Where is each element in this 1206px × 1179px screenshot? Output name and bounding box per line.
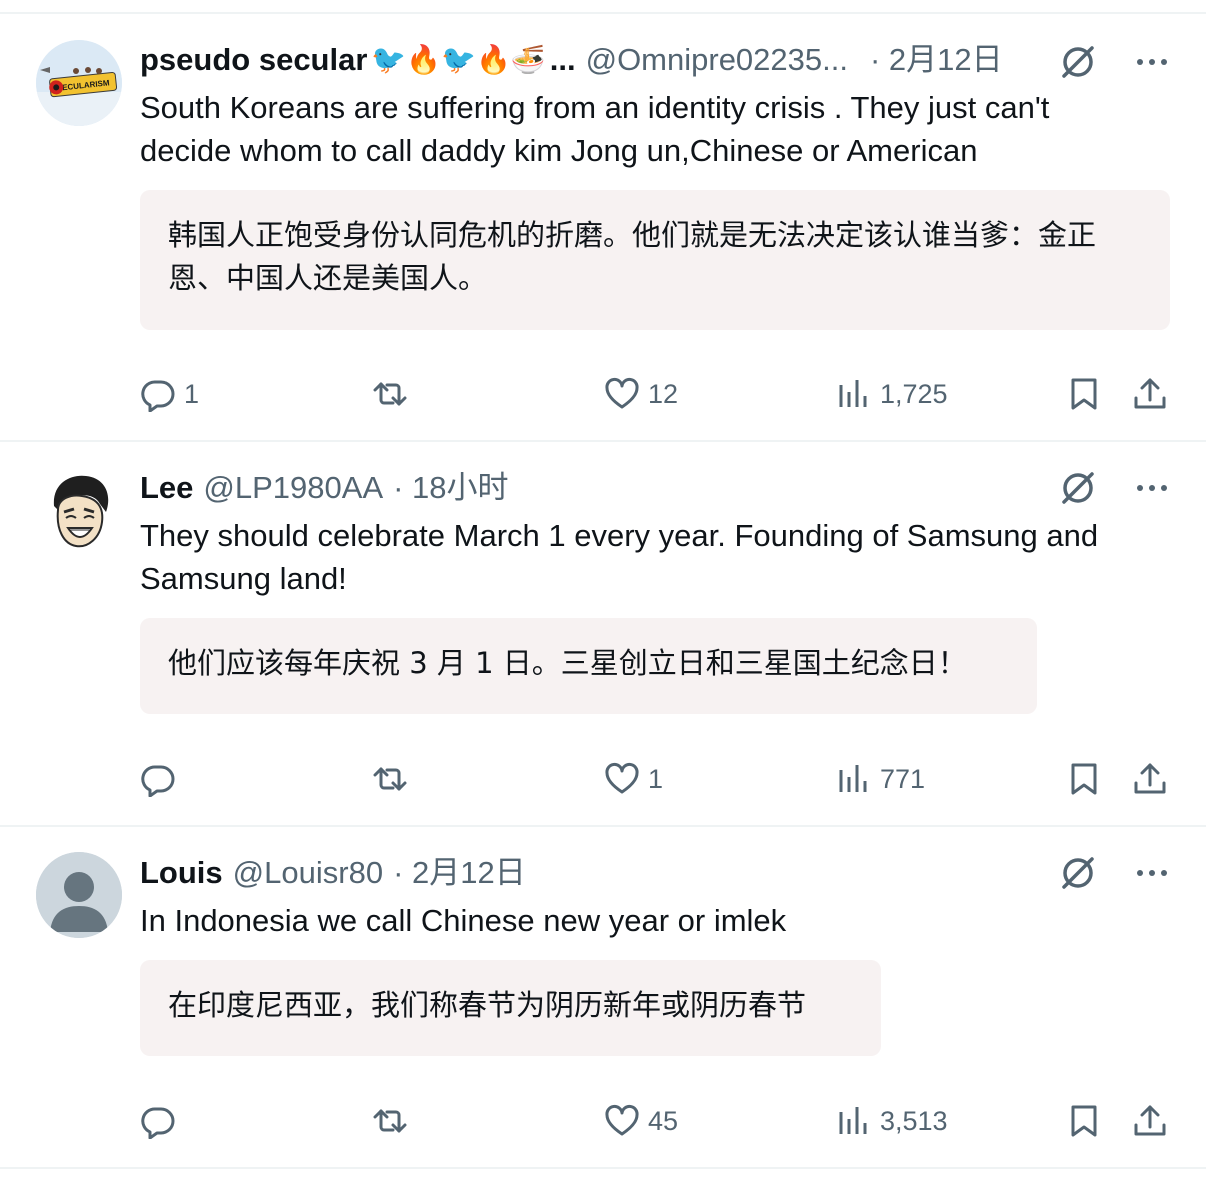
repost-icon [373,1109,407,1133]
like-icon [605,762,639,794]
like-count: 45 [648,1105,679,1136]
translation-box: 韩国人正饱受身份认同危机的折磨。他们就是无法决定该认谁当爹：金正恩、中国人还是美… [140,190,1170,330]
display-name[interactable]: pseudo secular [140,40,367,80]
share-icon [1134,378,1166,409]
tweet-header: Lee @LP1980AA · 18小时 [140,468,1066,508]
display-name[interactable]: Lee [140,468,193,508]
action-bar: 45 3,513 [0,1096,1206,1146]
share-icon [1134,1105,1166,1136]
share-button[interactable] [1132,754,1168,804]
more-icon[interactable] [1134,44,1170,80]
like-count: 12 [648,378,679,409]
views-count: 771 [880,763,926,794]
handle[interactable]: @LP1980AA [203,468,383,508]
like-button[interactable]: 12 [604,369,678,419]
like-button[interactable]: 45 [604,1096,678,1146]
tweet-text: South Koreans are suffering from an iden… [140,90,1050,168]
avatar-image [36,466,122,552]
bookmark-icon [1071,378,1097,410]
tweet-text: In Indonesia we call Chinese new year or… [140,903,787,938]
bookmark-button[interactable] [1066,369,1102,419]
reply-button[interactable] [140,1096,184,1146]
tweet[interactable]: Lee @LP1980AA · 18小时 They should celebra… [0,442,1206,827]
avatar[interactable]: SECULARISM [36,40,122,126]
like-button[interactable]: 1 [604,754,663,804]
handle[interactable]: @Louisr80 [233,853,383,893]
share-button[interactable] [1132,1096,1168,1146]
timestamp[interactable]: · 2月12日 [393,853,526,893]
reply-button[interactable]: 1 [140,369,199,419]
bookmark-icon [1071,1105,1097,1137]
more-icon[interactable] [1134,855,1170,891]
views-button[interactable]: 771 [836,754,925,804]
timestamp[interactable]: · 18小时 [393,468,508,508]
tweet[interactable]: SECULARISM pseudo secular 🐦🔥🐦🔥🍜 ... @Omn… [0,14,1206,442]
repost-button[interactable] [372,369,416,419]
reply-icon [141,380,175,412]
name-emojis: 🐦🔥🐦🔥🍜 [371,44,546,75]
avatar[interactable] [36,466,122,552]
repost-button[interactable] [372,754,416,804]
reply-count: 1 [184,378,200,409]
repost-icon [373,382,407,406]
share-button[interactable] [1132,369,1168,419]
views-count: 1,725 [880,378,948,409]
like-icon [605,377,639,409]
views-icon [839,380,867,407]
views-count: 3,513 [880,1105,948,1136]
reply-button[interactable] [140,754,184,804]
views-icon [839,1107,867,1134]
share-icon [1134,763,1166,794]
grok-icon[interactable] [1058,853,1098,893]
more-icon[interactable] [1134,470,1170,506]
reply-icon [141,1107,175,1139]
display-name[interactable]: Louis [140,853,223,893]
handle[interactable]: @Omnipre02235... [586,40,848,80]
repost-icon [373,767,407,791]
grok-icon[interactable] [1058,42,1098,82]
action-bar: 1 12 1,725 [0,369,1206,419]
tweet-text: They should celebrate March 1 every year… [140,518,1099,596]
repost-button[interactable] [372,1096,416,1146]
timestamp[interactable]: · 2月12日 [870,40,1003,80]
grok-icon[interactable] [1058,468,1098,508]
views-icon [839,765,867,792]
default-avatar-icon [36,852,122,938]
like-icon [605,1104,639,1136]
tweet[interactable]: Louis @Louisr80 · 2月12日 In Indonesia we … [0,827,1206,1169]
avatar[interactable] [36,852,122,938]
views-button[interactable]: 3,513 [836,1096,948,1146]
tweet-divider [0,1167,1206,1169]
reply-icon [141,765,175,797]
translation-box: 他们应该每年庆祝 3 月 1 日。三星创立日和三星国土纪念日！ [140,618,1037,714]
like-count: 1 [648,763,664,794]
bookmark-icon [1071,763,1097,795]
tweet-header: pseudo secular 🐦🔥🐦🔥🍜 ... @Omnipre02235..… [140,40,1066,80]
bookmark-button[interactable] [1066,754,1102,804]
bookmark-button[interactable] [1066,1096,1102,1146]
tweet-header: Louis @Louisr80 · 2月12日 [140,853,1066,893]
name-ellipsis: ... [549,42,576,77]
avatar-image: SECULARISM [36,40,122,126]
action-bar: 1 771 [0,754,1206,804]
translation-box: 在印度尼西亚，我们称春节为阴历新年或阴历春节 [140,960,881,1056]
views-button[interactable]: 1,725 [836,369,948,419]
